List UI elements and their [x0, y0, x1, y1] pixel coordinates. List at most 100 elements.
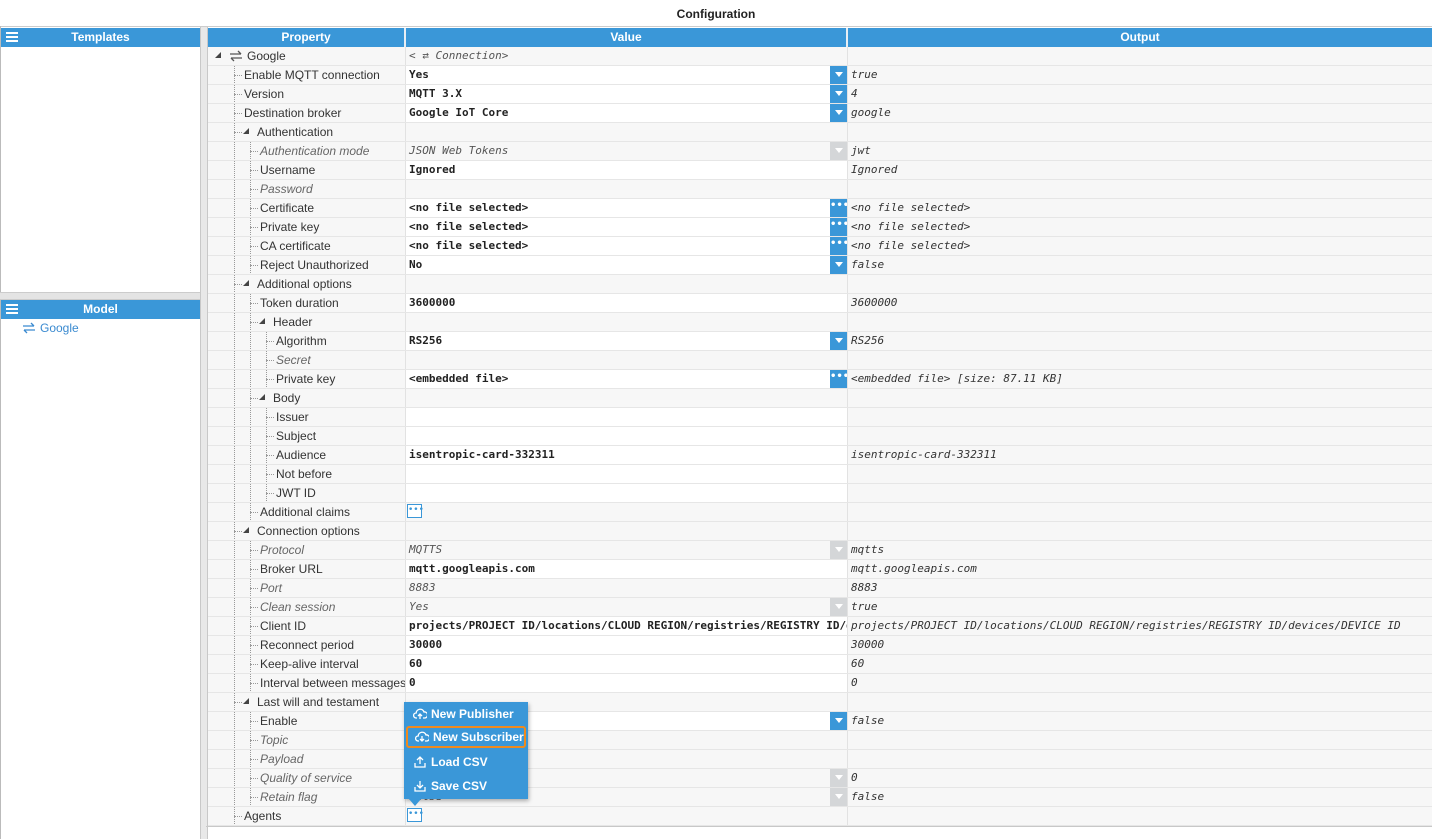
browse-ellipsis-icon[interactable]: •••	[830, 199, 847, 217]
tree-guide	[234, 712, 235, 730]
panel-splitter[interactable]	[0, 292, 201, 300]
menu-item-load-csv[interactable]: Load CSV	[406, 751, 526, 773]
grid-row[interactable]: Agents •••	[208, 807, 1432, 826]
grid-row[interactable]: Reconnect period 30000 30000	[208, 636, 1432, 655]
column-header-property[interactable]: Property	[208, 28, 406, 47]
property-cell: JWT ID	[208, 484, 406, 502]
tree-guide	[234, 294, 235, 312]
grid-row[interactable]: Token duration 3600000 3600000	[208, 294, 1432, 313]
value-cell[interactable]: isentropic-card-332311	[406, 446, 848, 464]
grid-row[interactable]: EnableNofalse	[208, 712, 1432, 731]
grid-row[interactable]: Version MQTT 3.X 4	[208, 85, 1432, 104]
grid-row[interactable]: Last will and testament	[208, 693, 1432, 712]
browse-ellipsis-icon[interactable]: •••	[830, 237, 847, 255]
column-header-value[interactable]: Value	[406, 28, 848, 47]
value-cell[interactable]: <embedded file> •••	[406, 370, 848, 388]
dropdown-chevron-icon[interactable]	[830, 104, 847, 122]
browse-ellipsis-icon[interactable]: •••	[830, 370, 847, 388]
grid-row[interactable]: Client ID projects/PROJECT ID/locations/C…	[208, 617, 1432, 636]
edit-ellipsis-button[interactable]: •••	[407, 504, 424, 518]
dropdown-chevron-icon[interactable]	[830, 256, 847, 274]
dropdown-chevron-icon[interactable]	[830, 332, 847, 350]
grid-row[interactable]: Quality of service 0	[208, 769, 1432, 788]
column-header-output[interactable]: Output	[848, 28, 1432, 47]
grid-row[interactable]: Reject Unauthorized No false	[208, 256, 1432, 275]
tree-guide	[250, 256, 251, 274]
expand-toggle-icon[interactable]	[243, 128, 249, 134]
grid-row[interactable]: Additional options	[208, 275, 1432, 294]
value-cell[interactable]: 60	[406, 655, 848, 673]
browse-ellipsis-icon[interactable]: •••	[830, 218, 847, 236]
grid-row[interactable]: Private key <embedded file> ••• <embedded f…	[208, 370, 1432, 389]
grid-row[interactable]: Keep-alive interval 60 60	[208, 655, 1432, 674]
value-text: RS256	[409, 334, 443, 347]
hamburger-icon[interactable]	[6, 304, 18, 315]
grid-row[interactable]: Google < ⇄ Connection>	[208, 47, 1432, 66]
value-cell[interactable]	[406, 465, 848, 483]
grid-row[interactable]: Port 8883 8883	[208, 579, 1432, 598]
grid-row[interactable]: JWT ID	[208, 484, 1432, 503]
value-cell[interactable]: 3600000	[406, 294, 848, 312]
value-cell[interactable]: mqtt.googleapis.com	[406, 560, 848, 578]
grid-row[interactable]: Clean session Yes true	[208, 598, 1432, 617]
grid-row[interactable]: Retain flagFalsefalse	[208, 788, 1432, 807]
value-cell[interactable]: <no file selected> •••	[406, 199, 848, 217]
value-cell[interactable]	[406, 427, 848, 445]
expand-toggle-icon[interactable]	[243, 527, 249, 533]
value-cell[interactable]: Yes	[406, 66, 848, 84]
grid-row[interactable]: Username Ignored Ignored	[208, 161, 1432, 180]
grid-row[interactable]: Audience isentropic-card-332311 isentropic…	[208, 446, 1432, 465]
grid-row[interactable]: Authentication	[208, 123, 1432, 142]
grid-row[interactable]: Password	[208, 180, 1432, 199]
value-cell[interactable]: Google IoT Core	[406, 104, 848, 122]
menu-item-new-publisher[interactable]: New Publisher	[406, 703, 526, 725]
grid-row[interactable]: CA certificate <no file selected> ••• <no f…	[208, 237, 1432, 256]
value-cell[interactable]: <no file selected> •••	[406, 237, 848, 255]
grid-row[interactable]: Body	[208, 389, 1432, 408]
value-cell[interactable]: Ignored	[406, 161, 848, 179]
value-cell[interactable]	[406, 408, 848, 426]
hamburger-icon[interactable]	[6, 32, 18, 43]
value-cell[interactable]	[406, 484, 848, 502]
edit-ellipsis-button[interactable]: •••	[407, 808, 424, 822]
grid-row[interactable]: Subject	[208, 427, 1432, 446]
value-cell[interactable]: No	[406, 256, 848, 274]
model-tree-item-google[interactable]: Google	[22, 321, 79, 335]
expand-toggle-icon[interactable]	[243, 698, 249, 704]
menu-item-save-csv[interactable]: Save CSV	[406, 775, 526, 797]
dropdown-chevron-icon[interactable]	[830, 66, 847, 84]
expand-toggle-icon[interactable]	[243, 280, 249, 286]
expand-toggle-icon[interactable]	[259, 318, 265, 324]
value-cell[interactable]: 0	[406, 674, 848, 692]
grid-row[interactable]: Algorithm RS256 RS256	[208, 332, 1432, 351]
property-cell: Secret	[208, 351, 406, 369]
grid-row[interactable]: Interval between messages 0 0	[208, 674, 1432, 693]
value-cell[interactable]: RS256	[406, 332, 848, 350]
grid-row[interactable]: Destination broker Google IoT Core google	[208, 104, 1432, 123]
grid-row[interactable]: Payload	[208, 750, 1432, 769]
dropdown-chevron-icon[interactable]	[830, 85, 847, 103]
grid-row[interactable]: Connection options	[208, 522, 1432, 541]
grid-row[interactable]: Additional claims •••	[208, 503, 1432, 522]
grid-row[interactable]: Authentication mode JSON Web Tokens jwt	[208, 142, 1432, 161]
grid-row[interactable]: Certificate <no file selected> ••• <no file…	[208, 199, 1432, 218]
value-cell[interactable]: 30000	[406, 636, 848, 654]
value-cell[interactable]: projects/PROJECT ID/locations/CLOUD REGI…	[406, 617, 848, 635]
grid-row[interactable]: Topic	[208, 731, 1432, 750]
grid-row[interactable]: Enable MQTT connection Yes true	[208, 66, 1432, 85]
property-cell: Interval between messages	[208, 674, 406, 692]
grid-row[interactable]: Protocol MQTTS mqtts	[208, 541, 1432, 560]
expand-toggle-icon[interactable]	[215, 52, 221, 58]
value-cell[interactable]: <no file selected> •••	[406, 218, 848, 236]
grid-row[interactable]: Private key <no file selected> ••• <no file…	[208, 218, 1432, 237]
dropdown-chevron-icon[interactable]	[830, 712, 847, 730]
menu-item-new-subscriber[interactable]: New Subscriber	[406, 726, 526, 748]
value-cell[interactable]: MQTT 3.X	[406, 85, 848, 103]
grid-row[interactable]: Secret	[208, 351, 1432, 370]
grid-row[interactable]: Not before	[208, 465, 1432, 484]
grid-row[interactable]: Broker URL mqtt.googleapis.com mqtt.google…	[208, 560, 1432, 579]
vertical-splitter[interactable]	[200, 27, 208, 839]
expand-toggle-icon[interactable]	[259, 394, 265, 400]
grid-row[interactable]: Header	[208, 313, 1432, 332]
grid-row[interactable]: Issuer	[208, 408, 1432, 427]
